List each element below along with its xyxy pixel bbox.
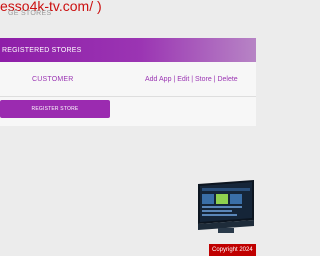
store-link[interactable]: Store <box>195 76 212 83</box>
device-screen-image <box>198 180 254 233</box>
row-actions: Add App | Edit | Store | Delete <box>145 76 238 83</box>
panel-title: REGISTERED STORES <box>2 46 82 54</box>
registered-stores-panel: REGISTERED STORES CUSTOMER Add App | Edi… <box>0 38 256 126</box>
edit-link[interactable]: Edit <box>177 76 189 83</box>
separator: | <box>191 76 194 83</box>
separator: | <box>213 76 216 83</box>
copyright-badge: Copyright 2024 <box>209 244 256 256</box>
register-store-button[interactable]: REGISTER STORE <box>0 100 110 118</box>
customer-label: CUSTOMER <box>32 76 74 83</box>
add-app-link[interactable]: Add App <box>145 76 171 83</box>
panel-header: REGISTERED STORES <box>0 38 256 62</box>
separator: | <box>173 76 176 83</box>
store-row: CUSTOMER Add App | Edit | Store | Delete <box>0 74 256 86</box>
breadcrumb: GE STORES <box>8 10 52 17</box>
delete-link[interactable]: Delete <box>217 76 237 83</box>
divider <box>0 96 256 97</box>
